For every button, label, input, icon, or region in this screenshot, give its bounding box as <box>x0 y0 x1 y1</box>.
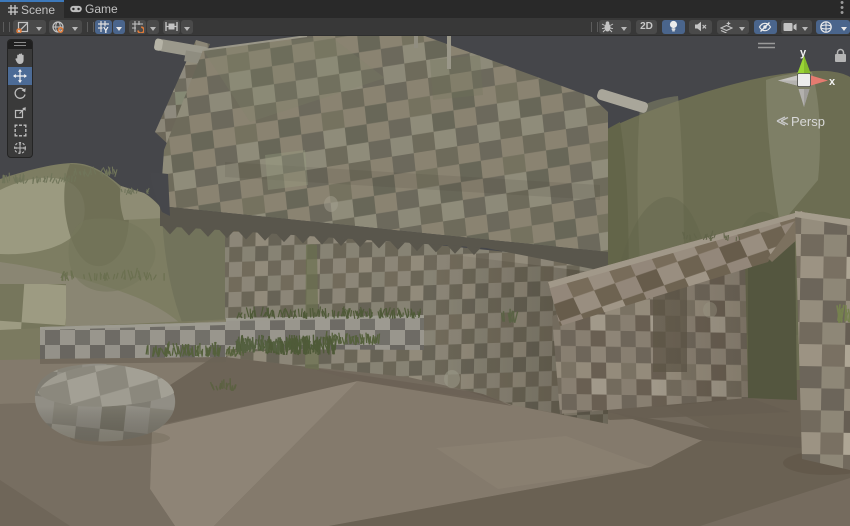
svg-text:Persp: Persp <box>791 114 825 129</box>
svg-text:Y: Y <box>103 25 109 33</box>
svg-text:y: y <box>800 47 807 59</box>
svg-text:x: x <box>829 76 836 88</box>
